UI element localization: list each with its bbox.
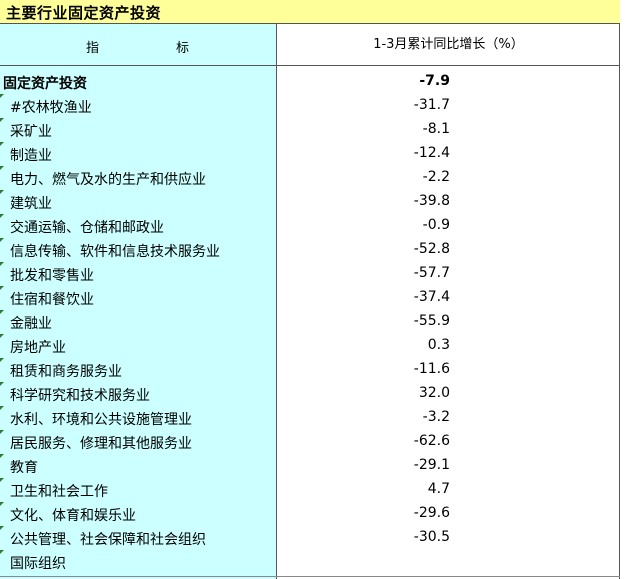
industry-name-cell[interactable]: 房地产业 [10, 337, 66, 357]
industry-name-cell[interactable]: 水利、环境和公共设施管理业 [10, 409, 192, 429]
industry-name-cell[interactable]: 租赁和商务服务业 [10, 361, 122, 381]
growth-value-cell[interactable]: -8.1 [400, 121, 450, 137]
indicator-header-char-1: 指 [86, 41, 100, 56]
cell-comment-marker-icon [0, 94, 4, 98]
indicator-header-char-2: 标 [176, 41, 190, 56]
table-row: 信息传输、软件和信息技术服务业 -52.8 [0, 238, 620, 262]
growth-value-cell[interactable]: -12.4 [400, 145, 450, 161]
industry-name-cell[interactable]: 建筑业 [10, 193, 52, 213]
table-row: 租赁和商务服务业 -11.6 [0, 358, 620, 382]
industry-name-cell[interactable]: 科学研究和技术服务业 [10, 385, 150, 405]
table-row: 教育 -29.1 [0, 454, 620, 478]
growth-value-cell[interactable]: -29.1 [400, 457, 450, 473]
growth-value-cell[interactable]: -2.2 [400, 169, 450, 185]
cell-comment-marker-icon [0, 238, 4, 242]
cell-comment-marker-icon [0, 550, 4, 554]
cell-comment-marker-icon [0, 262, 4, 266]
industry-name-cell[interactable]: #农林牧渔业 [10, 97, 92, 117]
cell-comment-marker-icon [0, 118, 4, 122]
cell-comment-marker-icon [0, 310, 4, 314]
table-row: #农林牧渔业 -31.7 [0, 94, 620, 118]
cell-comment-marker-icon [0, 358, 4, 362]
cell-comment-marker-icon [0, 430, 4, 434]
industry-name-cell[interactable]: 公共管理、社会保障和社会组织 [10, 529, 206, 549]
cell-comment-marker-icon [0, 502, 4, 506]
header-row: 指 标 1-3月累计同比增长（%） [0, 24, 620, 66]
growth-value-cell[interactable]: -30.5 [400, 529, 450, 545]
data-rows: 固定资产投资 -7.9 #农林牧渔业 -31.7 采矿业 -8.1 制造业 -12.4 电力、燃… [0, 70, 620, 574]
growth-value-cell[interactable]: 4.7 [400, 481, 450, 497]
growth-header-cell[interactable]: 1-3月累计同比增长（%） [277, 24, 620, 65]
table-row: 水利、环境和公共设施管理业 -3.2 [0, 406, 620, 430]
table-row: 居民服务、修理和其他服务业 -62.6 [0, 430, 620, 454]
industry-name-cell[interactable]: 金融业 [10, 313, 52, 333]
industry-name-cell[interactable]: 固定资产投资 [3, 73, 87, 93]
table-row: 批发和零售业 -57.7 [0, 262, 620, 286]
table-row: 卫生和社会工作 4.7 [0, 478, 620, 502]
industry-name-cell[interactable]: 卫生和社会工作 [10, 481, 108, 501]
growth-value-cell[interactable]: -7.9 [400, 73, 450, 89]
industry-name-cell[interactable]: 电力、燃气及水的生产和供应业 [10, 169, 206, 189]
table-row: 采矿业 -8.1 [0, 118, 620, 142]
industry-name-cell[interactable]: 住宿和餐饮业 [10, 289, 94, 309]
spreadsheet: 主要行业固定资产投资 指 标 1-3月累计同比增长（%） 固定资产投资 -7.9 #… [0, 0, 625, 579]
growth-value-cell[interactable]: -11.6 [400, 361, 450, 377]
growth-value-cell[interactable]: -55.9 [400, 313, 450, 329]
growth-value-cell[interactable]: -52.8 [400, 241, 450, 257]
indicator-header-cell[interactable]: 指 标 [0, 24, 277, 65]
industry-name-cell[interactable]: 居民服务、修理和其他服务业 [10, 433, 192, 453]
table-row: 住宿和餐饮业 -37.4 [0, 286, 620, 310]
table-row: 公共管理、社会保障和社会组织 -30.5 [0, 526, 620, 550]
cell-comment-marker-icon [0, 166, 4, 170]
title-bar: 主要行业固定资产投资 [0, 0, 620, 24]
growth-value-cell[interactable]: -57.7 [400, 265, 450, 281]
table-bottom-border [0, 576, 620, 577]
growth-value-cell[interactable]: -39.8 [400, 193, 450, 209]
growth-value-cell[interactable]: 0.3 [400, 337, 450, 353]
cell-comment-marker-icon [0, 382, 4, 386]
growth-value-cell[interactable]: -29.6 [400, 505, 450, 521]
cell-comment-marker-icon [0, 526, 4, 530]
table-title: 主要行业固定资产投资 [6, 4, 162, 22]
growth-value-cell[interactable]: -62.6 [400, 433, 450, 449]
industry-name-cell[interactable]: 交通运输、仓储和邮政业 [10, 217, 164, 237]
cell-comment-marker-icon [0, 406, 4, 410]
industry-name-cell[interactable]: 采矿业 [10, 121, 52, 141]
cell-comment-marker-icon [0, 142, 4, 146]
growth-value-cell[interactable]: -31.7 [400, 97, 450, 113]
industry-name-cell[interactable]: 国际组织 [10, 553, 66, 573]
cell-comment-marker-icon [0, 190, 4, 194]
table-row: 国际组织 [0, 550, 620, 574]
cell-comment-marker-icon [0, 454, 4, 458]
growth-value-cell[interactable]: -0.9 [400, 217, 450, 233]
table-row: 科学研究和技术服务业 32.0 [0, 382, 620, 406]
cell-comment-marker-icon [0, 214, 4, 218]
industry-name-cell[interactable]: 教育 [10, 457, 38, 477]
table-row: 交通运输、仓储和邮政业 -0.9 [0, 214, 620, 238]
growth-value-cell[interactable]: 32.0 [400, 385, 450, 401]
cell-comment-marker-icon [0, 478, 4, 482]
table-row: 房地产业 0.3 [0, 334, 620, 358]
growth-value-cell[interactable]: -3.2 [400, 409, 450, 425]
table-row: 电力、燃气及水的生产和供应业 -2.2 [0, 166, 620, 190]
table-row: 制造业 -12.4 [0, 142, 620, 166]
industry-name-cell[interactable]: 制造业 [10, 145, 52, 165]
industry-name-cell[interactable]: 批发和零售业 [10, 265, 94, 285]
total-row: 固定资产投资 -7.9 [0, 70, 620, 94]
table-row: 建筑业 -39.8 [0, 190, 620, 214]
table-row: 文化、体育和娱乐业 -29.6 [0, 502, 620, 526]
cell-comment-marker-icon [0, 286, 4, 290]
table-row: 金融业 -55.9 [0, 310, 620, 334]
industry-name-cell[interactable]: 信息传输、软件和信息技术服务业 [10, 241, 220, 261]
industry-name-cell[interactable]: 文化、体育和娱乐业 [10, 505, 136, 525]
cell-comment-marker-icon [0, 334, 4, 338]
growth-value-cell[interactable]: -37.4 [400, 289, 450, 305]
